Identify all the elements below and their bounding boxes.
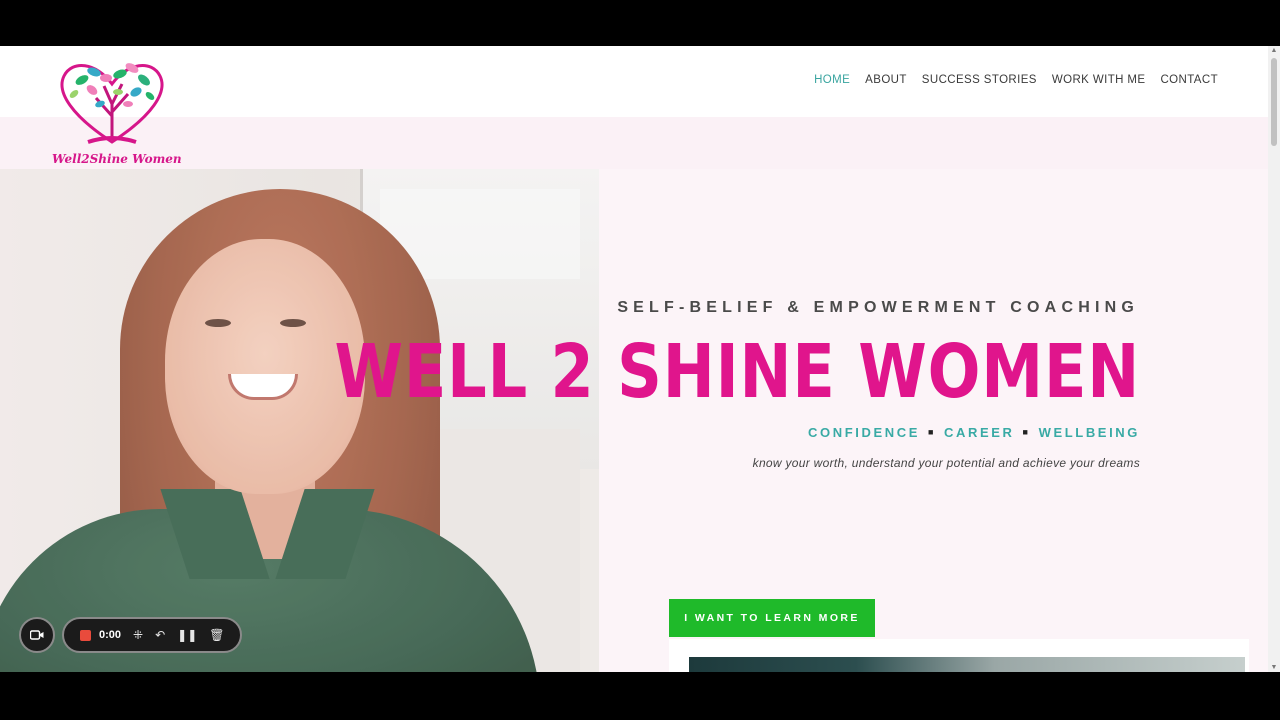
scroll-down-icon[interactable]: ▼: [1270, 664, 1278, 671]
nav-about[interactable]: ABOUT: [865, 74, 907, 86]
pillar-career: CAREER: [944, 425, 1015, 440]
site-logo[interactable]: Well2Shine Women: [52, 54, 182, 166]
hero-pillars: CONFIDENCE ■ CAREER ■ WELLBEING: [808, 425, 1140, 440]
nav-home[interactable]: HOME: [814, 74, 850, 86]
recorder-time: 0:00: [99, 629, 122, 641]
stop-icon[interactable]: [80, 629, 91, 641]
logo-heart-tree-icon: [60, 63, 164, 144]
scroll-up-icon[interactable]: ▲: [1270, 47, 1278, 54]
main-nav: HOME ABOUT SUCCESS STORIES WORK WITH ME …: [814, 74, 1218, 86]
pause-icon[interactable]: ❚❚: [177, 629, 197, 641]
header-band: [0, 117, 1268, 169]
hero-content: SELF-BELIEF & EMPOWERMENT COACHING WELL …: [334, 169, 1268, 672]
card-image: [689, 657, 1245, 672]
page-scrollbar[interactable]: ▲ ▼: [1268, 46, 1280, 672]
recorder-camera-button[interactable]: [19, 617, 55, 653]
site-header: HOME ABOUT SUCCESS STORIES WORK WITH ME …: [0, 46, 1268, 117]
content-card: [669, 639, 1249, 672]
scroll-thumb[interactable]: [1271, 58, 1277, 146]
learn-more-button[interactable]: I WANT TO LEARN MORE: [669, 599, 875, 637]
hero-subline: know your worth, understand your potenti…: [752, 456, 1140, 470]
hero-photo: [0, 169, 599, 672]
nav-contact[interactable]: CONTACT: [1160, 74, 1218, 86]
trash-icon[interactable]: 🗑: [209, 629, 224, 641]
browser-viewport: HOME ABOUT SUCCESS STORIES WORK WITH ME …: [0, 46, 1280, 672]
undo-icon[interactable]: ↶: [155, 629, 165, 641]
hero-title: WELL 2 SHINE WOMEN: [334, 329, 1140, 415]
pillar-confidence: CONFIDENCE: [808, 425, 920, 440]
video-camera-icon: [30, 630, 44, 640]
pillar-wellbeing: WELLBEING: [1038, 425, 1140, 440]
nav-work-with-me[interactable]: WORK WITH ME: [1052, 74, 1146, 86]
nav-success-stories[interactable]: SUCCESS STORIES: [922, 74, 1037, 86]
grid-icon[interactable]: ⁜: [133, 629, 143, 641]
hero-tagline: SELF-BELIEF & EMPOWERMENT COACHING: [617, 299, 1139, 316]
logo-text: Well2Shine Women: [52, 152, 182, 166]
recorder-controls: 0:00 ⁜ ↶ ❚❚ 🗑: [62, 617, 242, 653]
